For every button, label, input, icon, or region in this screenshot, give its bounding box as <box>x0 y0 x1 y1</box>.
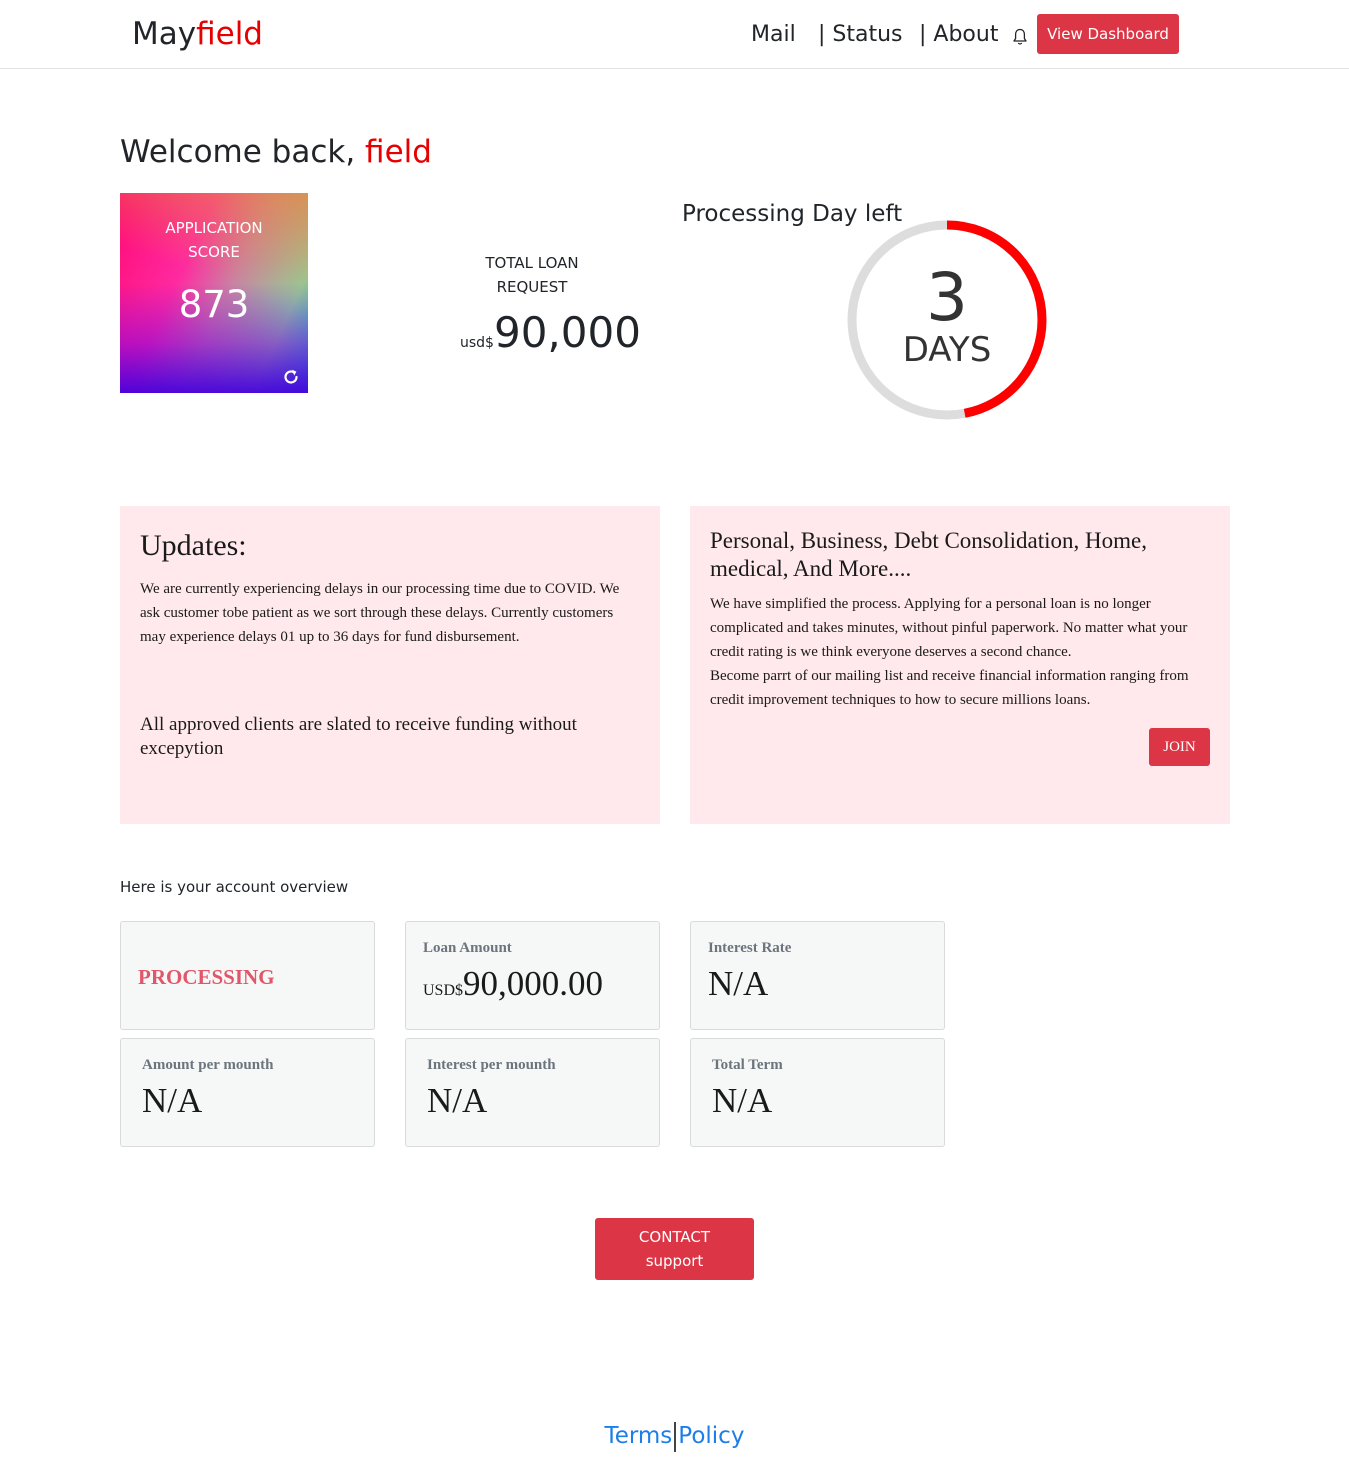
interest-per-month-value: N/A <box>427 1081 488 1120</box>
interest-rate-label: Interest Rate <box>708 940 792 956</box>
score-label-line1: APPLICATION <box>165 219 263 237</box>
total-term-value: N/A <box>712 1081 773 1120</box>
brand-logo[interactable]: Mayfield <box>132 14 263 54</box>
join-button[interactable]: JOIN <box>1149 728 1210 766</box>
total-loan-value: 90,000 <box>493 308 641 357</box>
promo-body-line2: Become parrt of our mailing list and rec… <box>710 668 1189 708</box>
interest-rate-card: Interest Rate N/A <box>690 921 945 1030</box>
total-loan-currency: usd$ <box>460 335 494 351</box>
contact-line1: CONTACT <box>638 1228 711 1246</box>
interest-rate-value: N/A <box>708 964 769 1003</box>
welcome-prefix: Welcome back, <box>120 134 366 170</box>
terms-link[interactable]: Terms <box>605 1423 673 1449</box>
promo-body: We have simplified the process. Applying… <box>710 592 1210 712</box>
amount-per-month-value: N/A <box>142 1081 203 1120</box>
updates-body: We are currently experiencing delays in … <box>140 581 620 645</box>
loan-amount-currency: USD$ <box>423 982 464 999</box>
loan-amount-value: USD$90,000.00 <box>423 962 603 1013</box>
processing-days-unit: DAYS <box>902 330 992 370</box>
promo-panel: Personal, Business, Debt Consolidation, … <box>690 506 1230 824</box>
contact-support-button[interactable]: CONTACT support <box>595 1218 754 1280</box>
brand-accent: field <box>196 16 263 52</box>
updates-note: All approved clients are slated to recei… <box>140 714 577 759</box>
application-score-card: APPLICATION SCORE 873 <box>120 193 308 393</box>
contact-line2: support <box>645 1252 704 1270</box>
updates-panel: Updates: We are currently experiencing d… <box>120 506 660 824</box>
loan-amount-card: Loan Amount USD$90,000.00 <box>405 921 660 1030</box>
welcome-username: field <box>365 134 432 170</box>
promo-body-line1: We have simplified the process. Applying… <box>710 596 1188 660</box>
total-loan-amount: usd$90,000 <box>460 307 641 359</box>
promo-title: Personal, Business, Debt Consolidation, … <box>710 528 1147 581</box>
refresh-icon[interactable] <box>281 367 301 387</box>
policy-link[interactable]: Policy <box>678 1423 744 1449</box>
status-card: PROCESSING <box>120 921 375 1030</box>
nav-about[interactable]: | About <box>919 20 998 50</box>
total-term-card: Total Term N/A <box>690 1038 945 1147</box>
interest-per-month-card: Interest per mounth N/A <box>405 1038 660 1147</box>
amount-per-month-card: Amount per mounth N/A <box>120 1038 375 1147</box>
brand-prefix: May <box>132 16 197 52</box>
bell-icon[interactable] <box>1012 28 1028 46</box>
updates-title: Updates: <box>140 529 247 562</box>
loan-amount-number: 90,000.00 <box>463 964 604 1003</box>
status-badge: PROCESSING <box>138 965 275 989</box>
view-dashboard-button[interactable]: View Dashboard <box>1037 14 1179 54</box>
interest-per-month-label: Interest per mounth <box>427 1057 556 1073</box>
total-term-label: Total Term <box>712 1057 783 1073</box>
overview-intro: Here is your account overview <box>120 878 349 896</box>
total-loan-label-line2: REQUEST <box>496 278 568 296</box>
total-loan-label: TOTAL LOAN REQUEST <box>452 251 612 299</box>
amount-per-month-label: Amount per mounth <box>142 1057 274 1073</box>
score-value: 873 <box>178 283 250 326</box>
nav-status[interactable]: | Status <box>818 20 903 50</box>
loan-amount-label: Loan Amount <box>423 940 512 956</box>
footer-links: Terms Policy <box>0 1420 1349 1452</box>
score-label-line2: SCORE <box>188 243 240 261</box>
top-navbar: Mayfield Mail | Status | About View Dash… <box>0 0 1349 69</box>
score-label: APPLICATION SCORE <box>120 216 308 264</box>
total-loan-label-line1: TOTAL LOAN <box>485 254 579 272</box>
footer-divider <box>674 1421 677 1452</box>
welcome-heading: Welcome back, field <box>120 132 432 172</box>
nav-mail[interactable]: Mail <box>751 20 796 50</box>
processing-days-value: 3 <box>926 259 968 336</box>
